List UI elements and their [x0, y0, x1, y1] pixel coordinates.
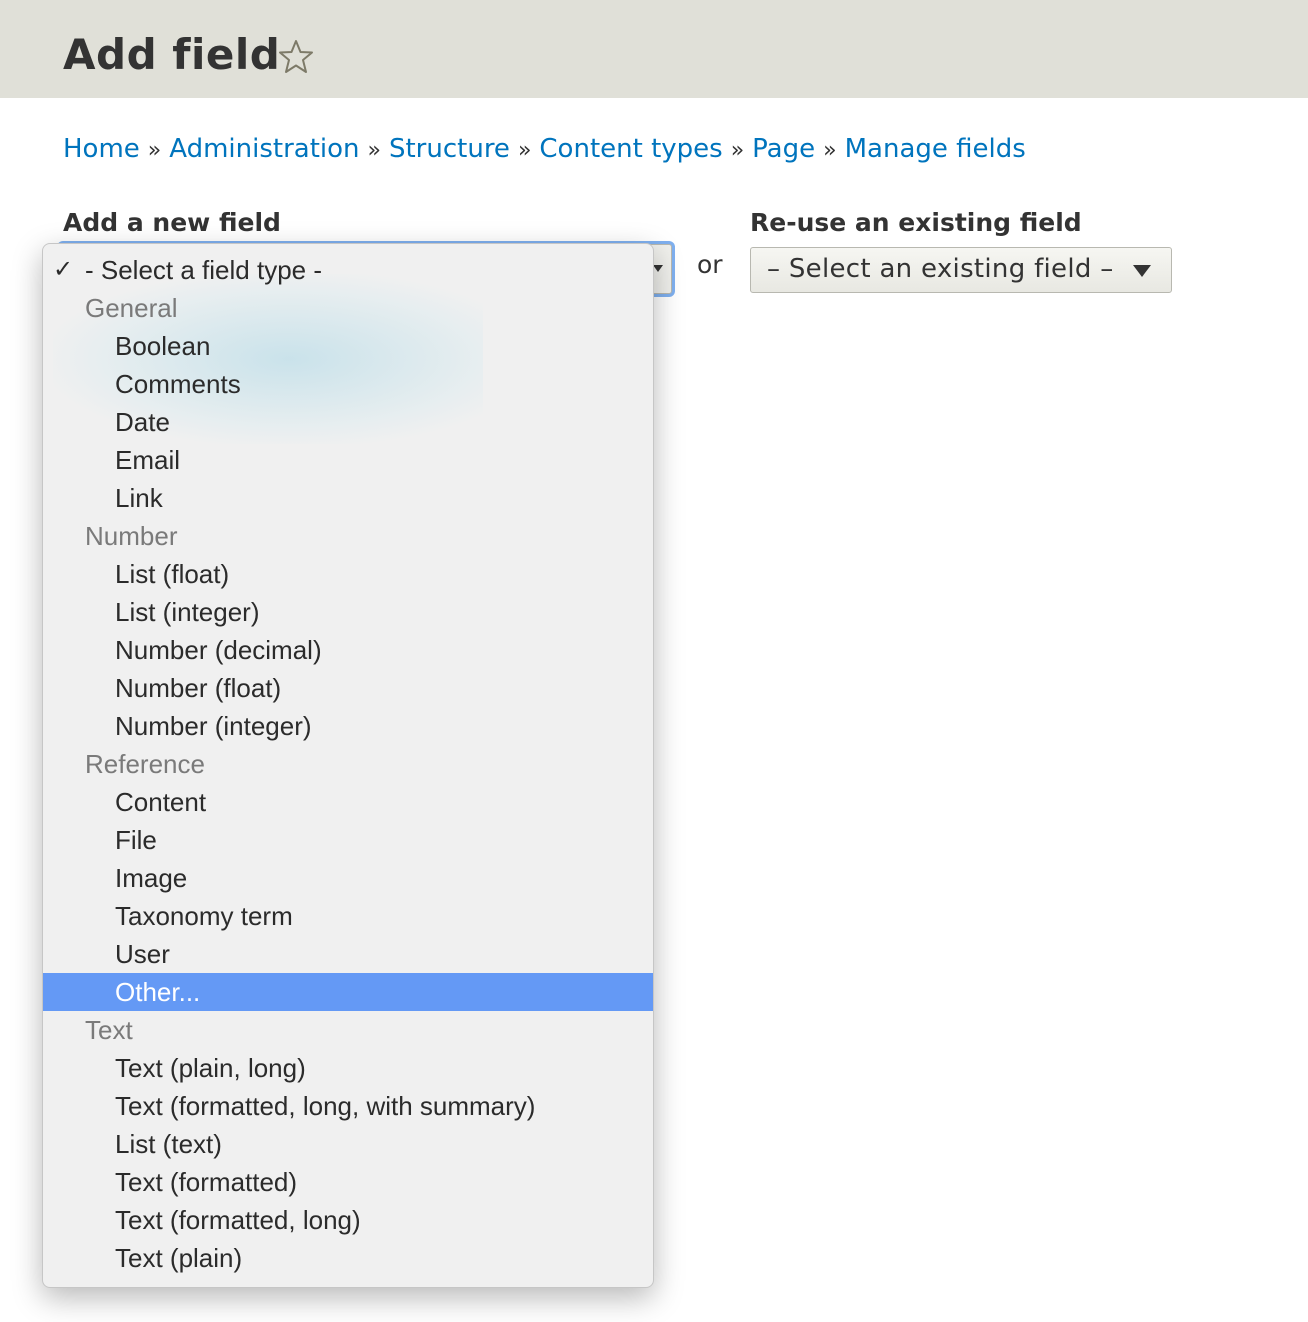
dropdown-option[interactable]: User — [43, 935, 653, 973]
breadcrumb-separator: » — [823, 138, 837, 163]
or-label: or — [697, 250, 723, 279]
dropdown-option[interactable]: Number (decimal) — [43, 631, 653, 669]
chevron-down-icon — [1133, 265, 1151, 277]
add-new-field-label: Add a new field — [63, 208, 281, 237]
dropdown-option[interactable]: Taxonomy term — [43, 897, 653, 935]
dropdown-group-reference: Reference — [85, 749, 205, 779]
page-title: Add field — [63, 30, 281, 79]
dropdown-option[interactable]: Email — [43, 441, 653, 479]
breadcrumb-separator: » — [367, 138, 381, 163]
dropdown-option[interactable]: Link — [43, 479, 653, 517]
breadcrumb-structure[interactable]: Structure — [389, 134, 510, 164]
dropdown-group-text: Text — [85, 1015, 133, 1045]
dropdown-option[interactable]: Text (formatted, long) — [43, 1201, 653, 1239]
existing-field-select-value: – Select an existing field – — [767, 254, 1114, 284]
chevron-down-icon — [653, 265, 663, 272]
page-header: Add field — [0, 0, 1308, 98]
dropdown-option[interactable]: File — [43, 821, 653, 859]
dropdown-option[interactable]: Number (integer) — [43, 707, 653, 745]
breadcrumb: Home » Administration » Structure » Content ty… — [63, 134, 1026, 164]
breadcrumb-separator: » — [147, 138, 162, 163]
breadcrumb-manage-fields[interactable]: Manage fields — [845, 134, 1026, 164]
dropdown-option[interactable]: Content — [43, 783, 653, 821]
dropdown-option[interactable]: Text (formatted, long, with summary) — [43, 1087, 653, 1125]
option-label: - Select a field type - — [85, 255, 322, 285]
dropdown-option[interactable]: Text (formatted) — [43, 1163, 653, 1201]
breadcrumb-separator: » — [730, 138, 745, 163]
breadcrumb-separator: » — [517, 138, 532, 163]
dropdown-group-number: Number — [85, 521, 178, 551]
checkmark-icon: ✓ — [53, 256, 74, 283]
breadcrumb-home[interactable]: Home — [63, 134, 140, 164]
existing-field-select[interactable]: – Select an existing field – — [750, 247, 1172, 293]
dropdown-option[interactable]: List (text) — [43, 1125, 653, 1163]
dropdown-group-general: General — [85, 293, 178, 323]
breadcrumb-page[interactable]: Page — [752, 134, 815, 164]
dropdown-option[interactable]: Comments — [43, 365, 653, 403]
breadcrumb-administration[interactable]: Administration — [169, 134, 359, 164]
dropdown-option[interactable]: Number (float) — [43, 669, 653, 707]
dropdown-option[interactable]: List (float) — [43, 555, 653, 593]
dropdown-option[interactable]: Text (plain) — [43, 1239, 653, 1277]
dropdown-option-placeholder[interactable]: ✓ - Select a field type - — [43, 251, 653, 289]
reuse-existing-field-label: Re-use an existing field — [750, 208, 1082, 237]
dropdown-option[interactable]: Boolean — [43, 327, 653, 365]
dropdown-option[interactable]: Image — [43, 859, 653, 897]
dropdown-option[interactable]: Date — [43, 403, 653, 441]
dropdown-option[interactable]: List (integer) — [43, 593, 653, 631]
dropdown-option[interactable]: Text (plain, long) — [43, 1049, 653, 1087]
field-type-dropdown-menu[interactable]: ✓ - Select a field type - General Boolean… — [42, 243, 654, 1288]
star-icon[interactable] — [277, 38, 315, 76]
dropdown-option[interactable]: Other... — [43, 973, 653, 1011]
breadcrumb-content-types[interactable]: Content types — [539, 134, 722, 164]
